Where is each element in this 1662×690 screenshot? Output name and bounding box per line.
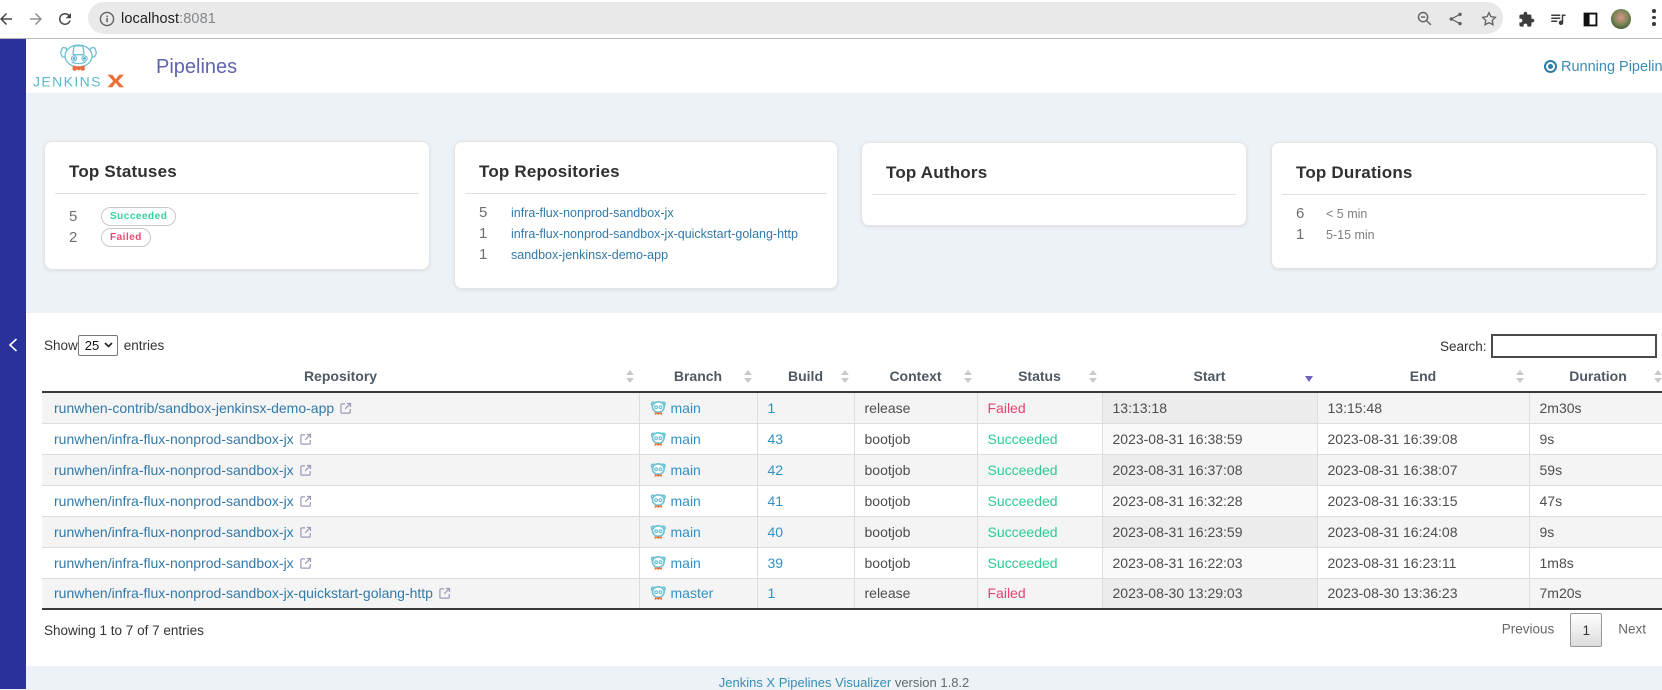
svg-text:JENKINS: JENKINS [33, 74, 102, 89]
